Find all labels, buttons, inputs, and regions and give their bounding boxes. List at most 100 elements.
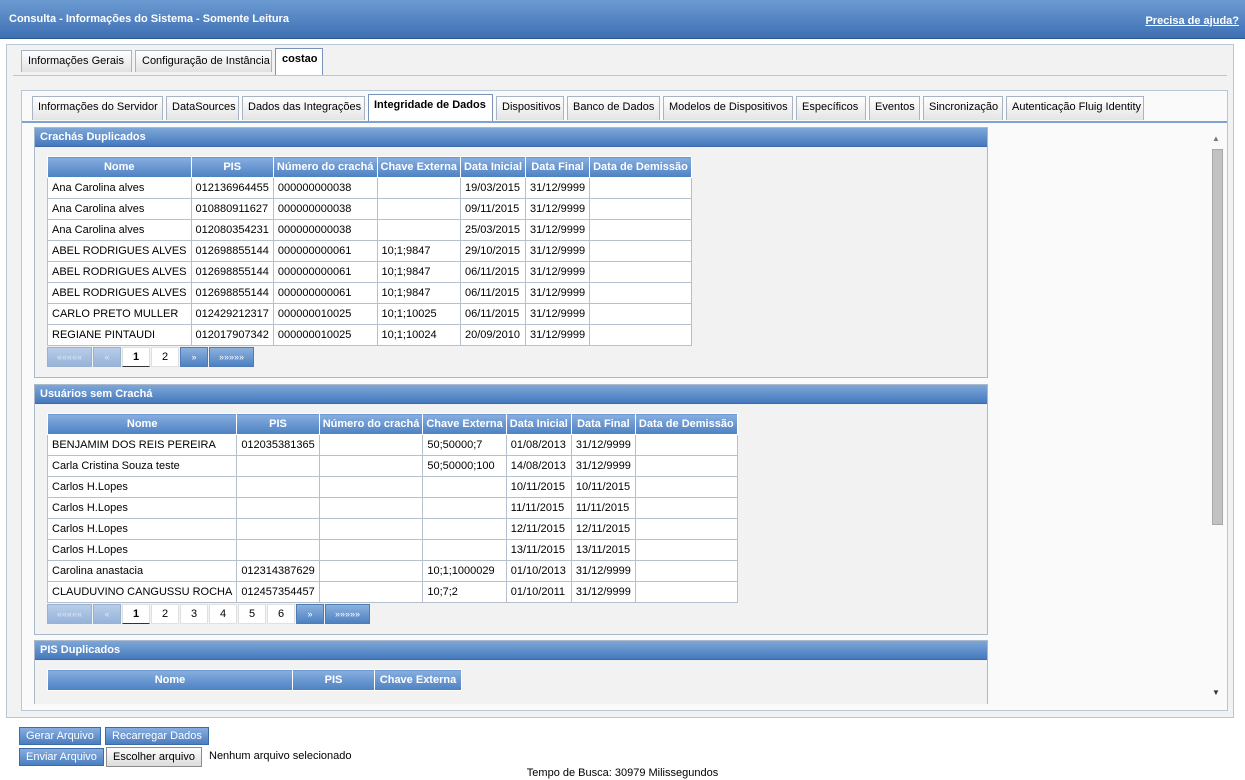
page-number-button[interactable]: 1: [122, 604, 150, 624]
table-row[interactable]: BENJAMIM DOS REIS PEREIRA 012035381365 50;…: [46, 434, 738, 456]
table-cell: 11/11/2015: [570, 497, 636, 519]
section-title: Crachás Duplicados: [35, 128, 987, 147]
table-cell: [634, 497, 738, 519]
column-header[interactable]: Número do crachá: [318, 413, 424, 435]
sub-tabs-divider: [22, 121, 1227, 123]
page-number-button[interactable]: 5: [238, 604, 266, 624]
table-cell: [318, 539, 424, 561]
next-page-button[interactable]: »: [296, 604, 324, 624]
page-number-button[interactable]: 2: [151, 347, 179, 367]
usuarios-table: Nome PIS Número do crachá Chave Externa Data…: [46, 413, 738, 603]
scroll-up-arrow-icon[interactable]: ▲: [1212, 134, 1220, 143]
choose-file-button[interactable]: Escolher arquivo: [106, 747, 202, 767]
table-row[interactable]: Carlos H.Lopes 12/11/2015 12/11/2015: [46, 518, 738, 540]
table-row[interactable]: CARLO PRETO MULLER 012429212317 0000000100…: [47, 303, 692, 325]
table-row[interactable]: Carla Cristina Souza teste 50;50000;100 14…: [46, 455, 738, 477]
scroll-down-arrow-icon[interactable]: ▼: [1212, 688, 1220, 697]
prev-page-button[interactable]: «: [93, 604, 121, 624]
first-page-button[interactable]: «««««: [47, 347, 92, 367]
column-header[interactable]: Data Final: [570, 413, 636, 435]
first-page-button[interactable]: «««««: [47, 604, 92, 624]
table-cell: 012698855144: [190, 240, 274, 262]
scroll-thumb[interactable]: [1212, 149, 1223, 525]
tab-costao[interactable]: costao: [275, 48, 323, 75]
column-header[interactable]: Data de Demissão: [589, 156, 692, 178]
gerar-arquivo-button[interactable]: Gerar Arquivo: [19, 727, 101, 745]
table-row[interactable]: Carlos H.Lopes 11/11/2015 11/11/2015: [46, 497, 738, 519]
page-number-button[interactable]: 4: [209, 604, 237, 624]
column-header[interactable]: Data Inicial: [505, 413, 572, 435]
tab-modelos-dispositivos[interactable]: Modelos de Dispositivos: [663, 96, 793, 120]
column-header[interactable]: Nome: [47, 669, 293, 691]
table-cell: [236, 539, 320, 561]
last-page-button[interactable]: »»»»»: [209, 347, 254, 367]
table-row[interactable]: Ana Carolina alves 012080354231 0000000000…: [47, 219, 692, 241]
prev-page-button[interactable]: «: [93, 347, 121, 367]
table-row[interactable]: Ana Carolina alves 010880911627 0000000000…: [47, 198, 692, 220]
column-header[interactable]: Nome: [46, 413, 238, 435]
table-cell: 06/11/2015: [459, 282, 527, 304]
table-row[interactable]: Carolina anastacia 012314387629 10;1;10000…: [46, 560, 738, 582]
table-row[interactable]: Carlos H.Lopes 10/11/2015 10/11/2015: [46, 476, 738, 498]
tab-sincronizacao[interactable]: Sincronização: [923, 96, 1003, 120]
table-cell: 012429212317: [190, 303, 274, 325]
table-row[interactable]: REGIANE PINTAUDI 012017907342 000000010025…: [47, 324, 692, 346]
tab-informacoes-gerais[interactable]: Informações Gerais: [21, 50, 132, 72]
column-header[interactable]: Chave Externa: [376, 156, 461, 178]
tab-dispositivos[interactable]: Dispositivos: [496, 96, 564, 120]
table-cell: 31/12/9999: [570, 581, 636, 603]
tab-banco-dados[interactable]: Banco de Dados: [567, 96, 660, 120]
table-row[interactable]: ABEL RODRIGUES ALVES 012698855144 00000000…: [47, 261, 692, 283]
table-cell: [318, 560, 424, 582]
table-cell: 01/10/2013: [505, 560, 572, 582]
column-header[interactable]: Número do crachá: [272, 156, 378, 178]
search-time-label: Tempo de Busca: 30979 Milissegundos: [526, 767, 719, 779]
table-cell: 31/12/9999: [525, 282, 591, 304]
enviar-arquivo-button[interactable]: Enviar Arquivo: [19, 748, 104, 766]
tab-eventos[interactable]: Eventos: [869, 96, 920, 120]
recarregar-dados-button[interactable]: Recarregar Dados: [105, 727, 209, 745]
table-cell: 000000000061: [272, 282, 378, 304]
table-cell: 20/09/2010: [459, 324, 527, 346]
table-cell: 31/12/9999: [525, 177, 591, 199]
tab-configuracao-instancia[interactable]: Configuração de Instância: [135, 50, 272, 72]
column-header[interactable]: Data Inicial: [459, 156, 527, 178]
table-cell: 31/12/9999: [570, 434, 636, 456]
column-header[interactable]: PIS: [190, 156, 274, 178]
table-row[interactable]: Ana Carolina alves 012136964455 0000000000…: [47, 177, 692, 199]
table-cell: 50;50000;7: [422, 434, 507, 456]
next-page-button[interactable]: »: [180, 347, 208, 367]
table-cell: 012698855144: [190, 282, 274, 304]
table-row[interactable]: Carlos H.Lopes 13/11/2015 13/11/2015: [46, 539, 738, 561]
tab-autenticacao-fluig[interactable]: Autenticação Fluig Identity: [1006, 96, 1144, 120]
usuarios-pager: ««««« «1 2 3 4 5 6»»»»»»: [47, 604, 371, 624]
page-number-button[interactable]: 2: [151, 604, 179, 624]
page-number-button[interactable]: 1: [122, 347, 150, 367]
table-cell: 10;1;10025: [376, 303, 461, 325]
last-page-button[interactable]: »»»»»: [325, 604, 370, 624]
table-row[interactable]: ABEL RODRIGUES ALVES 012698855144 00000000…: [47, 240, 692, 262]
tab-especificos[interactable]: Específicos: [796, 96, 866, 120]
page-number-button[interactable]: 6: [267, 604, 295, 624]
column-header[interactable]: PIS: [236, 413, 320, 435]
table-cell: [422, 539, 507, 561]
column-header[interactable]: Data Final: [525, 156, 591, 178]
page-number-button[interactable]: 3: [180, 604, 208, 624]
tab-datasources[interactable]: DataSources: [166, 96, 239, 120]
tab-dados-integracoes[interactable]: Dados das Integrações: [242, 96, 365, 120]
tab-integridade-dados[interactable]: Integridade de Dados: [368, 94, 493, 122]
table-row[interactable]: CLAUDUVINO CANGUSSU ROCHA 012457354457 10;…: [46, 581, 738, 603]
table-cell: 31/12/9999: [570, 455, 636, 477]
help-link[interactable]: Precisa de ajuda?: [1145, 15, 1239, 27]
tab-informacoes-servidor[interactable]: Informações do Servidor: [32, 96, 163, 120]
vertical-scrollbar[interactable]: ▲ ▼: [1208, 126, 1225, 704]
column-header[interactable]: Nome: [47, 156, 192, 178]
table-cell: Carlos H.Lopes: [46, 539, 238, 561]
column-header[interactable]: Data de Demissão: [634, 413, 738, 435]
table-cell: [589, 240, 692, 262]
column-header[interactable]: Chave Externa: [422, 413, 507, 435]
table-row[interactable]: ABEL RODRIGUES ALVES 012698855144 00000000…: [47, 282, 692, 304]
column-header[interactable]: PIS: [292, 669, 375, 691]
column-header[interactable]: Chave Externa: [374, 669, 462, 691]
table-cell: 000000010025: [272, 324, 378, 346]
